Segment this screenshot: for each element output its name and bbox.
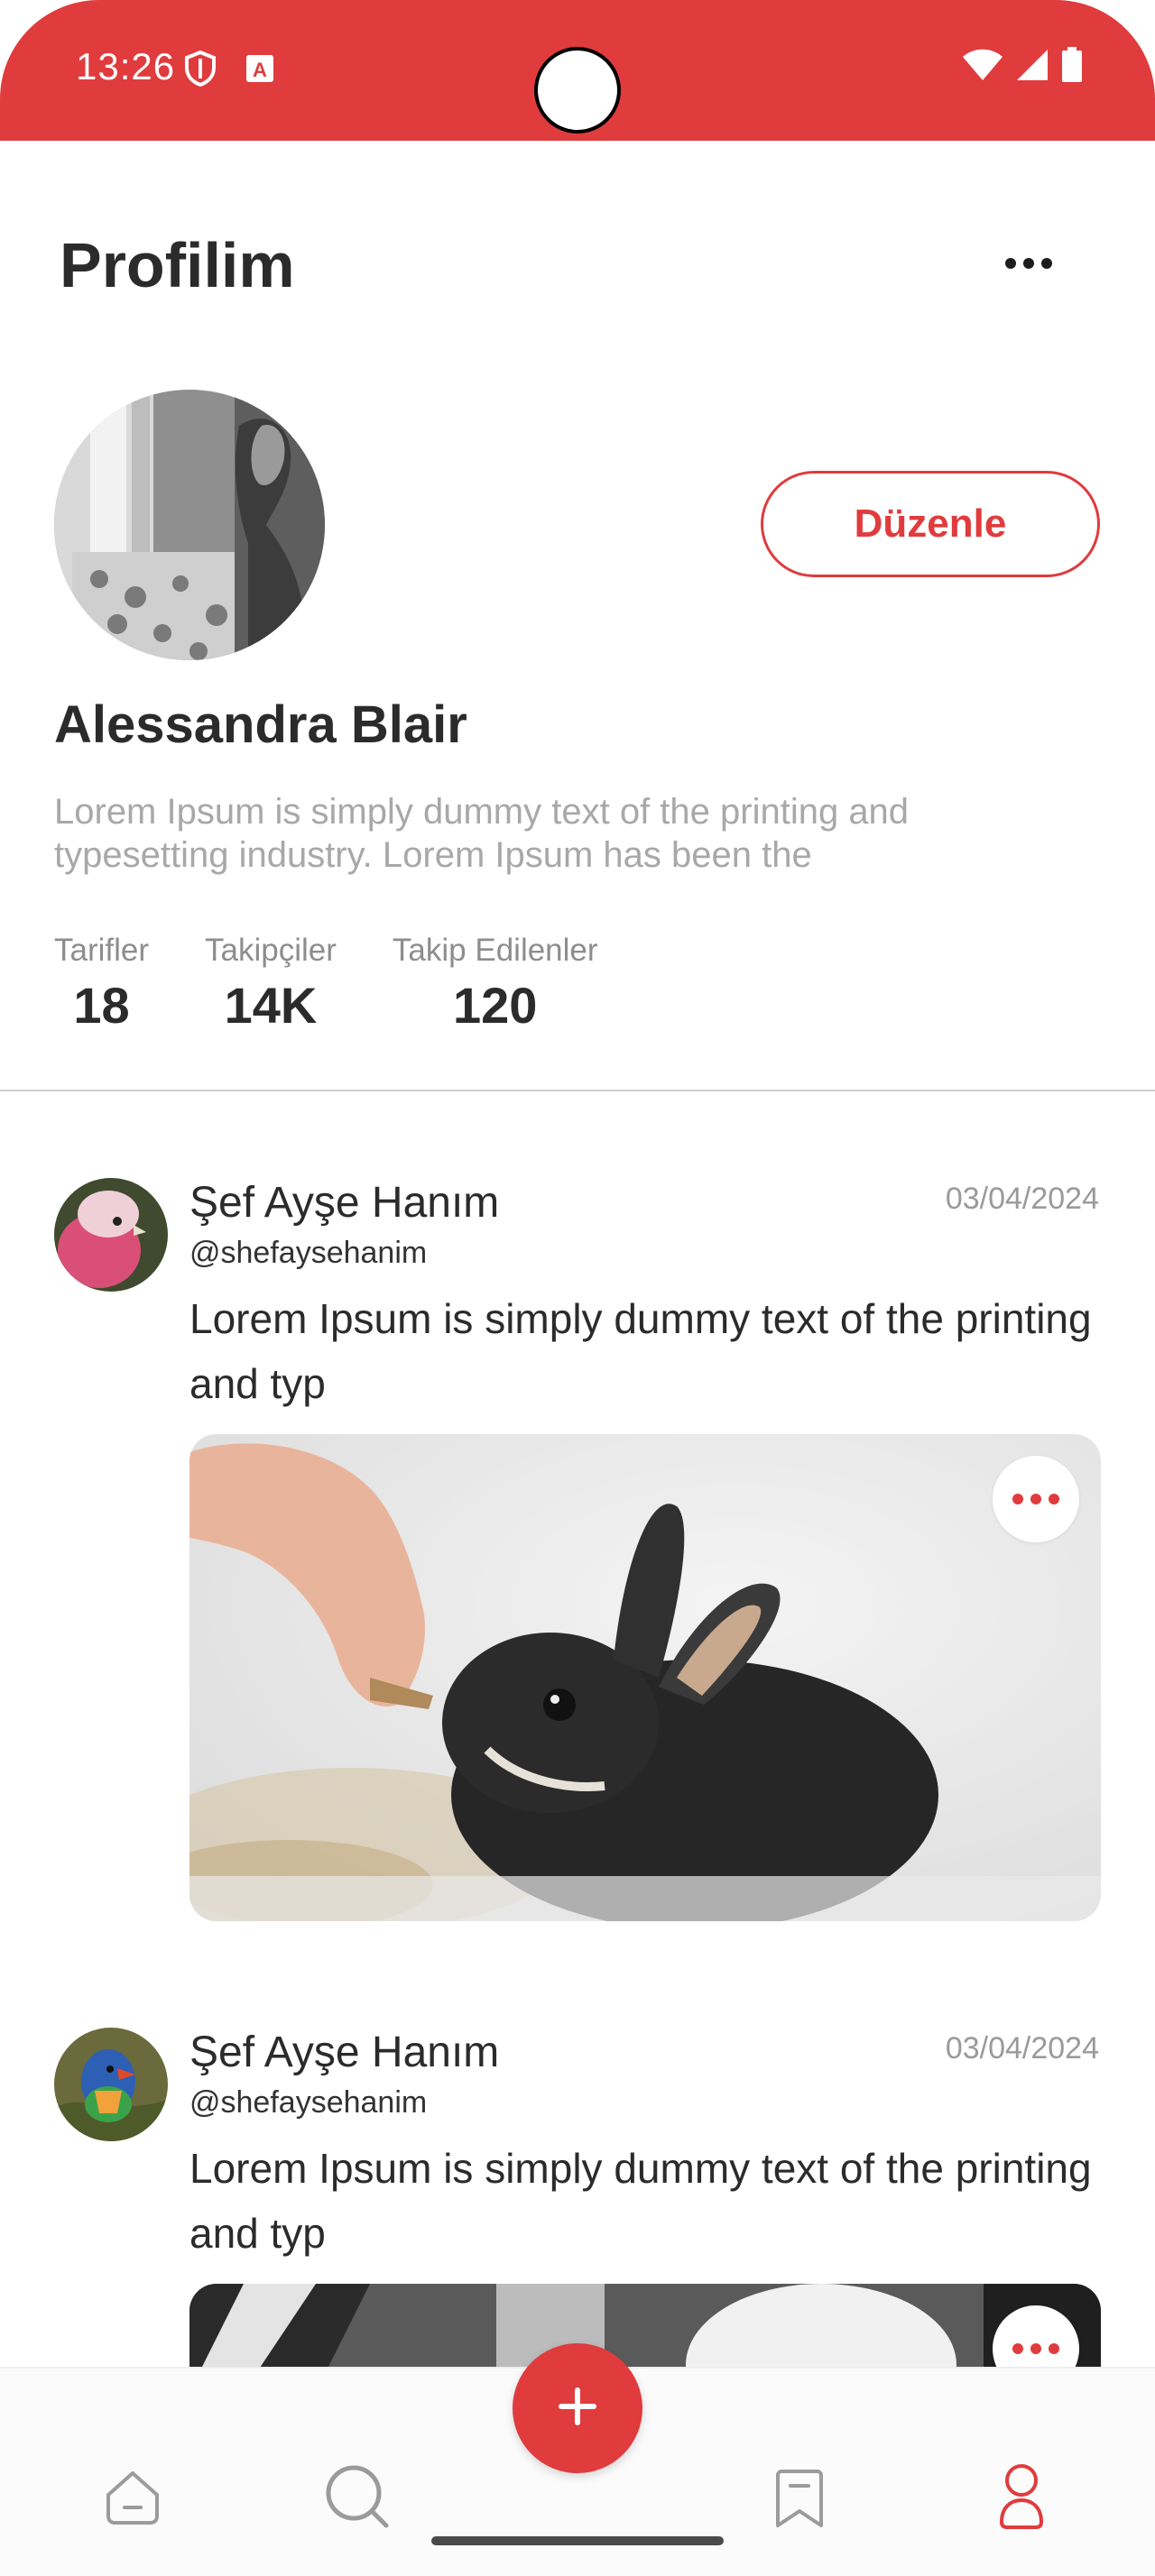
post-author-handle[interactable]: @shefaysehanim [189, 1236, 427, 1271]
stat-recipes[interactable]: Tarifler 18 [54, 933, 149, 1035]
add-recipe-button[interactable] [513, 2343, 642, 2473]
post-text: Lorem Ipsum is simply dummy text of the … [189, 1295, 1092, 1407]
stat-followers[interactable]: Takipçiler 14K [205, 933, 337, 1035]
stat-following[interactable]: Takip Edilenler 120 [393, 933, 598, 1035]
stat-value: 120 [453, 977, 538, 1034]
page-title: Profilim [60, 230, 295, 300]
post-author-name[interactable]: Şef Ayşe Hanım [189, 2028, 499, 2077]
profile-avatar[interactable] [54, 390, 325, 660]
post-text: Lorem Ipsum is simply dummy text of the … [189, 2145, 1092, 2257]
svg-text:A: A [253, 59, 267, 81]
profile-stats: Tarifler 18 Takipçiler 14K Takip Edilenl… [54, 933, 654, 1035]
status-bar: 13:26 A [0, 0, 1155, 141]
profile-bio: Lorem Ipsum is simply dummy text of the … [54, 792, 910, 875]
battery-icon [1061, 47, 1083, 87]
search-icon[interactable] [323, 2462, 392, 2535]
stat-value: 14K [224, 977, 318, 1034]
status-time: 13:26 [76, 45, 176, 87]
camera-cutout [534, 47, 621, 133]
stat-label: Takipçiler [205, 933, 337, 968]
stat-value: 18 [73, 977, 130, 1034]
signal-icon [1016, 48, 1049, 87]
a-badge-icon: A [245, 54, 274, 87]
profile-icon[interactable] [996, 2462, 1047, 2534]
post-date: 03/04/2024 [945, 1182, 1099, 1216]
bookmark-icon[interactable] [774, 2468, 825, 2534]
post-author-handle[interactable]: @shefaysehanim [189, 2085, 427, 2121]
more-horizontal-icon[interactable] [1002, 245, 1056, 281]
home-indicator[interactable] [431, 2536, 724, 2545]
more-horizontal-icon[interactable] [993, 1456, 1079, 1542]
post-date: 03/04/2024 [945, 2031, 1099, 2065]
post-image[interactable] [189, 1434, 1101, 1921]
section-divider [0, 1090, 1155, 1091]
post-author-avatar[interactable] [54, 1178, 168, 1292]
stat-label: Takip Edilenler [392, 933, 598, 968]
add-icon [556, 2385, 599, 2433]
shield-icon [184, 50, 217, 91]
post-author-avatar[interactable] [54, 2028, 168, 2141]
profile-name: Alessandra Blair [54, 695, 467, 754]
post-author-name[interactable]: Şef Ayşe Hanım [189, 1178, 499, 1228]
home-icon[interactable] [103, 2468, 162, 2532]
stat-label: Tarifler [54, 933, 150, 968]
edit-profile-button[interactable]: Düzenle [761, 471, 1100, 577]
wifi-icon [962, 48, 1003, 87]
